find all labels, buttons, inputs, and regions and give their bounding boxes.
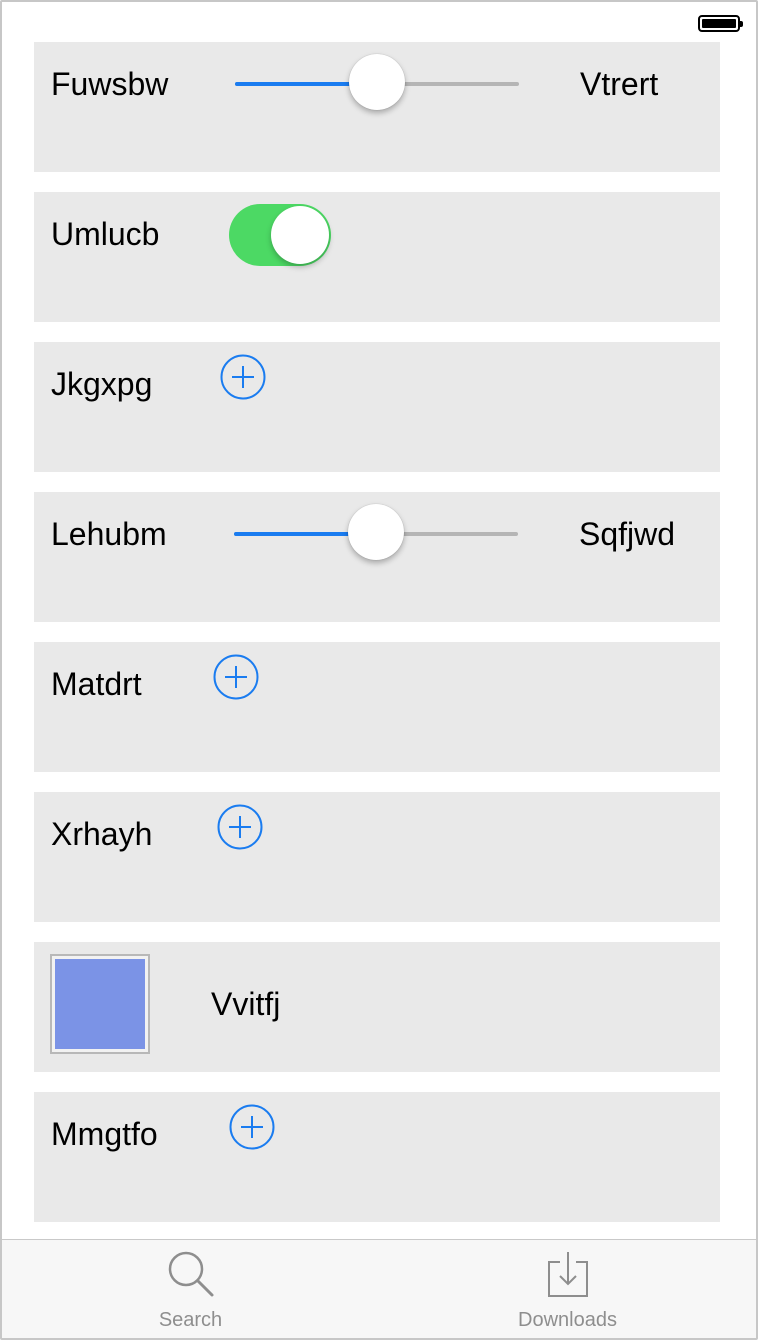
plus-circle-icon[interactable] <box>213 654 259 700</box>
color-swatch-fill <box>55 959 145 1049</box>
row-label: Fuwsbw <box>51 66 169 102</box>
row-label: Jkgxpg <box>51 366 153 402</box>
app-screen: Fuwsbw Vtrert Umlucb Jkgxpg Lehubm Sqfjw <box>0 0 758 1340</box>
tab-downloads-label: Downloads <box>518 1309 617 1331</box>
slider-thumb[interactable] <box>348 504 404 560</box>
swatch-row-vvitfj: Vvitfj <box>34 942 720 1072</box>
slider-end-label: Vtrert <box>580 66 659 102</box>
slider[interactable] <box>234 504 518 560</box>
row-label: Umlucb <box>51 216 160 252</box>
plus-circle-icon[interactable] <box>229 1104 275 1150</box>
downloads-icon <box>547 1252 588 1297</box>
slider[interactable] <box>235 54 519 110</box>
battery-icon <box>698 15 743 32</box>
plus-circle-icon[interactable] <box>220 354 266 400</box>
row-label: Vvitfj <box>211 986 281 1022</box>
row-label: Matdrt <box>51 666 142 702</box>
slider-row-lehubm: Lehubm Sqfjwd <box>34 492 720 622</box>
search-icon <box>168 1251 213 1297</box>
add-row-mmgtfo: Mmgtfo <box>34 1092 720 1222</box>
slider-end-label: Sqfjwd <box>579 516 676 552</box>
plus-circle-icon[interactable] <box>217 804 263 850</box>
slider-thumb[interactable] <box>349 54 405 110</box>
tab-search[interactable]: Search <box>2 1240 379 1338</box>
tab-search-label: Search <box>158 1309 223 1331</box>
add-row-matdrt: Matdrt <box>34 642 720 772</box>
slider-row-fuwsbw: Fuwsbw Vtrert <box>34 42 720 172</box>
row-label: Lehubm <box>51 516 167 552</box>
row-label: Mmgtfo <box>51 1116 158 1152</box>
add-row-xrhayh: Xrhayh <box>34 792 720 922</box>
tab-downloads[interactable]: Downloads <box>379 1240 756 1338</box>
toggle-knob <box>271 206 329 264</box>
row-label: Xrhayh <box>51 816 153 852</box>
toggle-row-umlucb: Umlucb <box>34 192 720 322</box>
color-swatch[interactable] <box>50 954 150 1054</box>
add-row-jkgxpg: Jkgxpg <box>34 342 720 472</box>
tab-bar: Search Downloads <box>2 1239 756 1338</box>
toggle-switch[interactable] <box>229 204 331 266</box>
